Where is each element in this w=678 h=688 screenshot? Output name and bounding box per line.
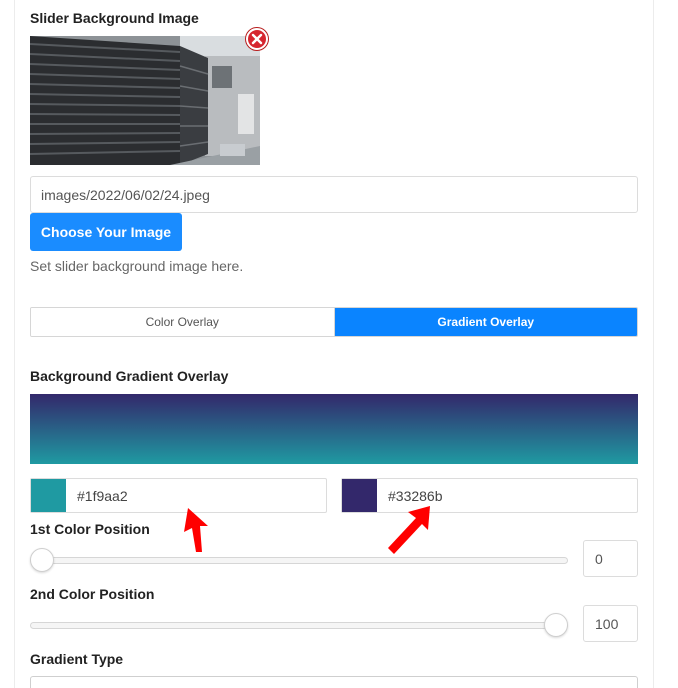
gradient-preview <box>30 394 638 464</box>
red-arrow-icon <box>388 506 430 554</box>
tab-gradient-overlay[interactable]: Gradient Overlay <box>334 308 637 336</box>
color1-hex-value[interactable]: #1f9aa2 <box>66 488 128 504</box>
color2-hex-value[interactable]: #33286b <box>377 488 443 504</box>
gradient-type-label: Gradient Type <box>30 651 124 667</box>
garage-shutter-photo <box>30 36 260 165</box>
slider-background-image-label: Slider Background Image <box>30 10 199 26</box>
color1-swatch[interactable] <box>31 479 66 512</box>
background-image-help-text: Set slider background image here. <box>30 258 244 274</box>
choose-image-button[interactable]: Choose Your Image <box>30 213 182 251</box>
pos1-label: 1st Color Position <box>30 521 150 537</box>
gradient-type-select[interactable] <box>30 676 638 688</box>
pos2-label: 2nd Color Position <box>30 586 155 602</box>
pos2-slider-track[interactable] <box>30 622 568 629</box>
overlay-type-toggle: Color Overlay Gradient Overlay <box>30 307 638 337</box>
pos1-slider-track[interactable] <box>30 557 568 564</box>
pos2-slider-handle[interactable] <box>544 613 568 637</box>
tab-color-overlay[interactable]: Color Overlay <box>31 308 335 336</box>
pos2-number-input[interactable]: 100 <box>583 605 638 642</box>
close-circle-icon <box>251 33 263 45</box>
color2-swatch[interactable] <box>342 479 377 512</box>
pos1-slider-handle[interactable] <box>30 548 54 572</box>
color1-picker[interactable]: #1f9aa2 <box>30 478 327 513</box>
remove-image-button[interactable] <box>246 28 268 50</box>
red-arrow-icon <box>184 508 208 552</box>
pos1-number-input[interactable]: 0 <box>583 540 638 577</box>
gradient-overlay-label: Background Gradient Overlay <box>30 368 229 384</box>
image-path-input[interactable]: images/2022/06/02/24.jpeg <box>30 176 638 213</box>
background-image-thumbnail <box>30 36 260 165</box>
